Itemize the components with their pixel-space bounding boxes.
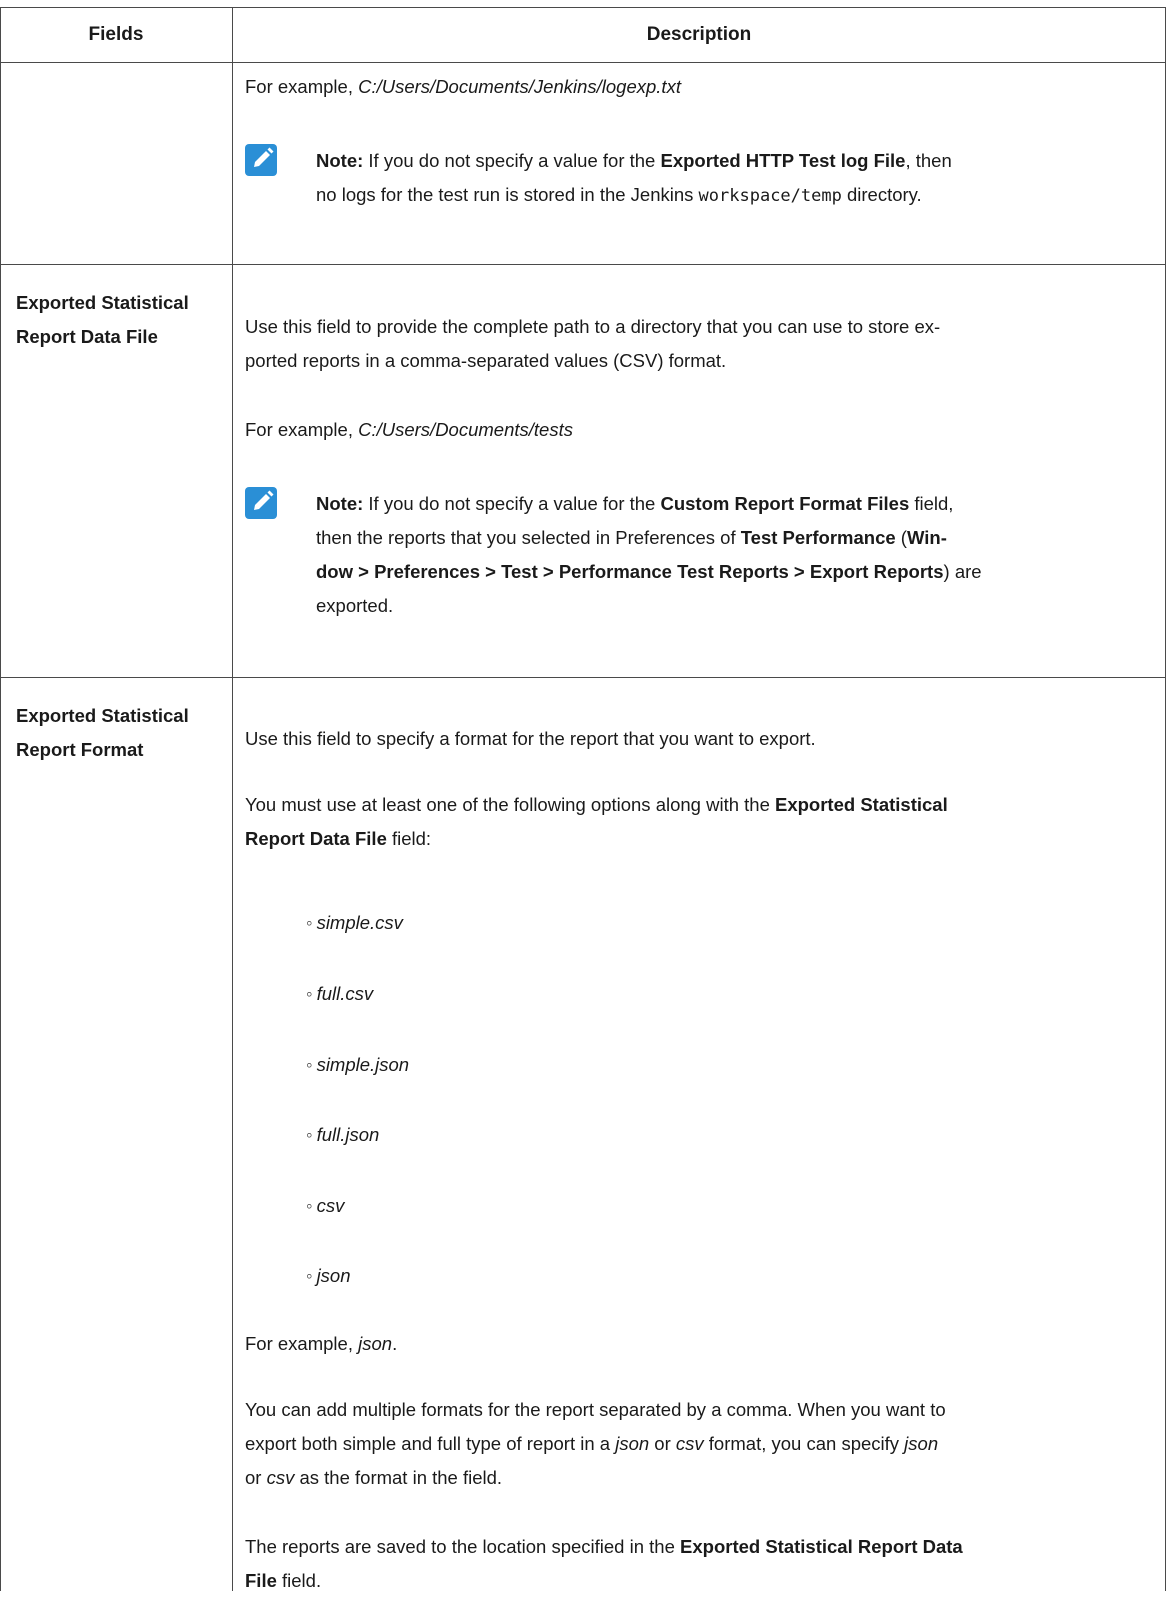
example-path: C:/Users/Documents/Jenkins/logexp.txt — [358, 76, 681, 97]
table-top-border — [0, 7, 1166, 8]
list-item: ◦ full.json — [306, 1124, 380, 1145]
field-exported-statistical-report-data-file: Exported Statistical Report Data File — [16, 292, 189, 347]
list-item: ◦ simple.json — [306, 1054, 410, 1075]
row3-saved-location: The reports are saved to the location sp… — [245, 1536, 963, 1591]
header-fields: Fields — [88, 24, 144, 45]
row3-multiple-formats: You can add multiple formats for the rep… — [245, 1399, 946, 1488]
row2-example: For example, C:/Users/Documents/tests — [245, 419, 573, 440]
row3-description: Use this field to specify a format for t… — [245, 728, 816, 749]
field-exported-statistical-report-format: Exported Statistical Report Format — [16, 705, 189, 760]
row-divider — [0, 264, 1166, 265]
workspace-path: workspace/temp — [698, 186, 842, 206]
pencil-note-icon — [245, 144, 277, 176]
row2-note: Note: If you do not specify a value for … — [316, 493, 982, 616]
column-divider — [232, 7, 233, 1591]
header-description: Description — [646, 24, 752, 45]
pencil-note-icon — [245, 487, 277, 519]
header-bottom-border — [0, 62, 1166, 63]
row3-options-intro: You must use at least one of the followi… — [245, 794, 948, 849]
list-item: ◦ simple.csv — [306, 912, 403, 933]
row3-example: For example, json. — [245, 1333, 398, 1354]
list-item: ◦ full.csv — [306, 983, 374, 1004]
row-divider — [0, 677, 1166, 678]
list-item: ◦ json — [306, 1265, 351, 1286]
example-path: C:/Users/Documents/tests — [358, 419, 573, 440]
list-item: ◦ csv — [306, 1195, 345, 1216]
row1-example: For example, C:/Users/Documents/Jenkins/… — [245, 76, 681, 97]
table-left-border — [0, 7, 1, 1591]
row2-description: Use this field to provide the complete p… — [245, 316, 941, 371]
row1-note: Note: If you do not specify a value for … — [316, 150, 952, 206]
